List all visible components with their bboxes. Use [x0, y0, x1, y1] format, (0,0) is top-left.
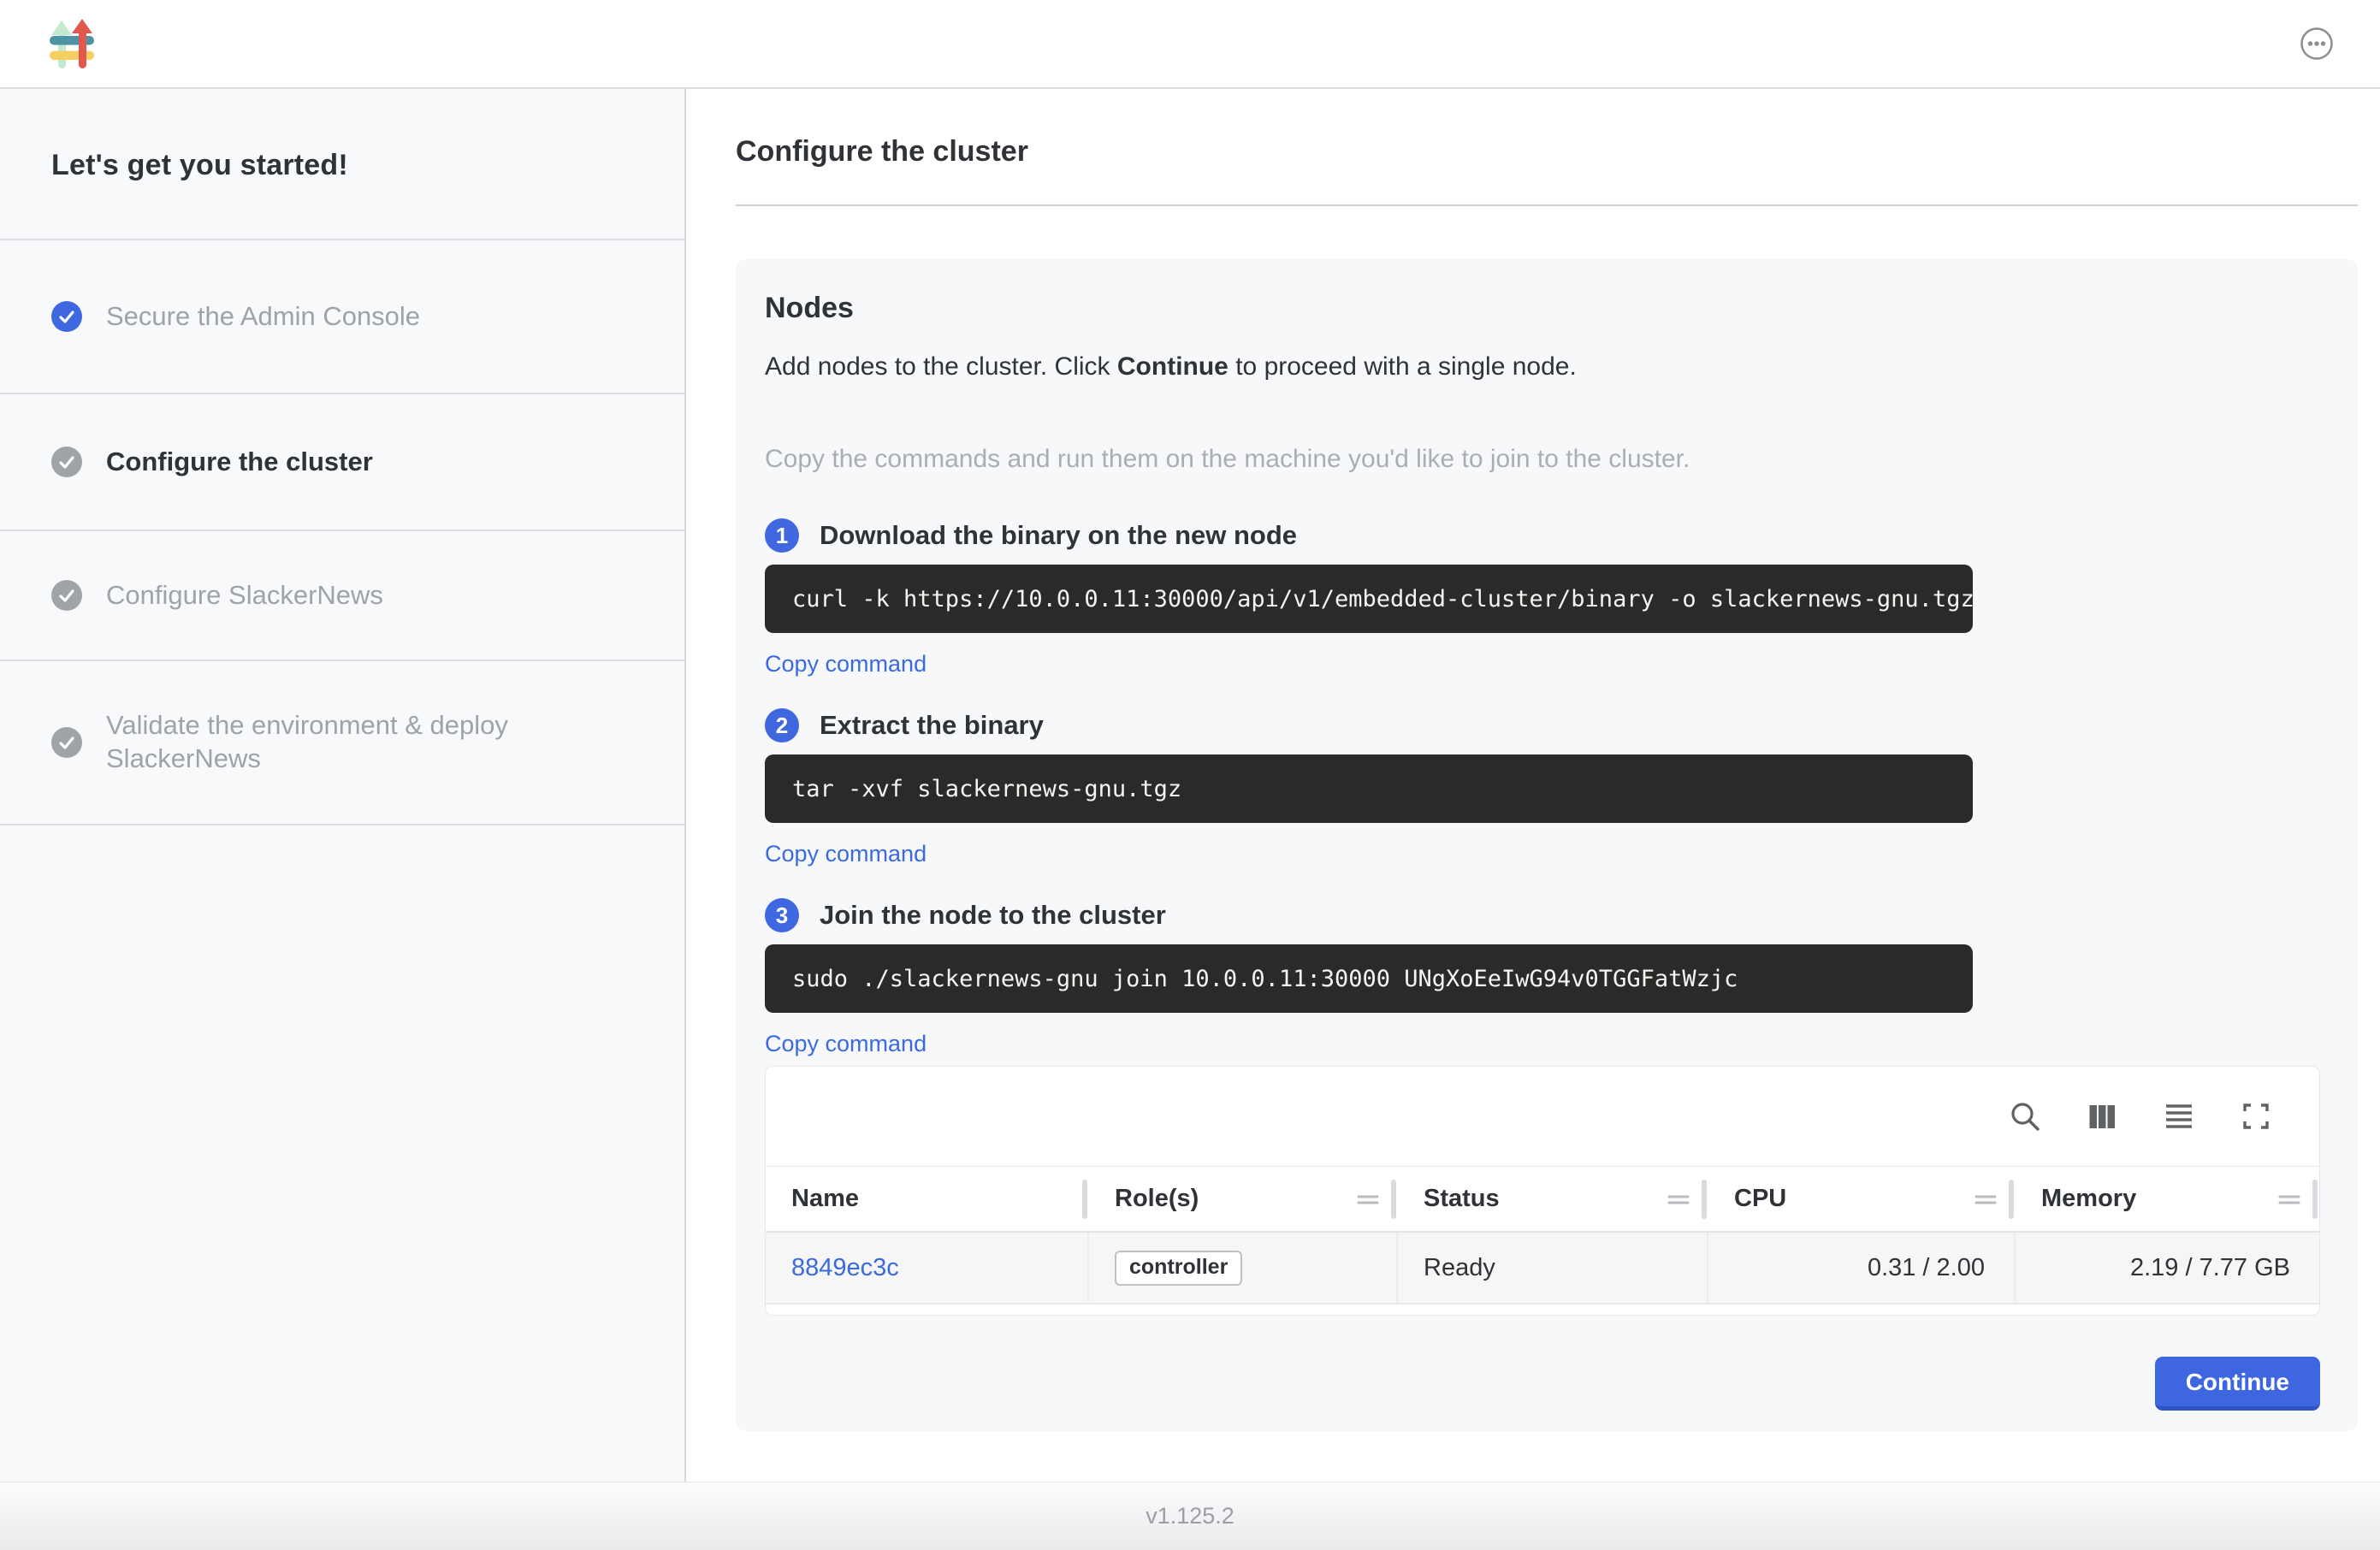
sidebar-heading-block: Let's get you started! [0, 89, 684, 240]
step-3-title: Join the node to the cluster [820, 900, 1166, 931]
step-3-copy-command-link[interactable]: Copy command [765, 1030, 927, 1057]
sidebar-item-secure-admin-console[interactable]: Secure the Admin Console [0, 240, 684, 394]
column-header-label: Name [791, 1185, 1089, 1213]
step-2-command-code-block: tar -xvf slackernews-gnu.tgz [765, 754, 1973, 823]
column-header-label: Role(s) [1115, 1185, 1357, 1213]
circled-ellipsis-icon [2300, 27, 2334, 61]
continue-button[interactable]: Continue [2155, 1357, 2320, 1411]
card-actions: Continue [765, 1357, 2320, 1411]
sidebar-item-validate-deploy[interactable]: Validate the environment & deploy Slacke… [0, 661, 684, 825]
page: Let's get you started! Secure the Admin … [0, 0, 2380, 1550]
column-header-cpu[interactable]: CPU [1708, 1167, 2016, 1231]
app-footer: v1.125.2 [0, 1482, 2380, 1550]
title-divider [736, 204, 2358, 206]
nodes-card: Nodes Add nodes to the cluster. Click Co… [736, 259, 2358, 1431]
column-header-label: CPU [1734, 1185, 1974, 1213]
column-header-label: Memory [2041, 1185, 2278, 1213]
step-1-command-code-block: curl -k https://10.0.0.11:30000/api/v1/e… [765, 565, 1973, 633]
intro-bold: Continue [1117, 352, 1228, 381]
column-resize-handle[interactable] [2009, 1180, 2014, 1219]
intro-prefix: Add nodes to the cluster. Click [765, 352, 1117, 381]
table-toolbar [766, 1067, 2319, 1166]
cell-name: 8849ec3c [766, 1233, 1089, 1303]
sidebar-item-label: Validate the environment & deploy Slacke… [106, 709, 636, 776]
column-resize-handle[interactable] [1082, 1180, 1087, 1219]
cell-roles: controller [1089, 1233, 1398, 1303]
sidebar-item-label: Configure the cluster [106, 446, 373, 479]
search-icon [2008, 1099, 2042, 1133]
column-header-label: Status [1424, 1185, 1667, 1213]
column-resize-handle[interactable] [1702, 1180, 1707, 1219]
overflow-menu-button[interactable] [2298, 25, 2336, 62]
column-resize-handle[interactable] [1391, 1180, 1396, 1219]
column-header-roles[interactable]: Role(s) [1089, 1167, 1398, 1231]
sidebar-heading: Let's get you started! [51, 149, 636, 182]
intro-suffix: to proceed with a single node. [1228, 352, 1577, 381]
step-1-copy-command-link[interactable]: Copy command [765, 650, 927, 677]
main-content: Configure the cluster Nodes Add nodes to… [686, 89, 2380, 1482]
column-menu-icon[interactable] [1974, 1193, 1997, 1205]
table-search-button[interactable] [2006, 1097, 2044, 1135]
table-row: 8849ec3c controller Ready 0.31 / 2.00 2.… [766, 1233, 2319, 1304]
step-2-number-badge: 2 [765, 708, 799, 742]
sidebar-item-configure-cluster[interactable]: Configure the cluster [0, 394, 684, 531]
role-chip: controller [1115, 1251, 1242, 1286]
column-menu-icon[interactable] [1357, 1193, 1379, 1205]
table-footer-spacer [766, 1304, 2319, 1315]
page-title: Configure the cluster [736, 135, 2358, 169]
table-header-row: Name Role(s) Status [766, 1166, 2319, 1233]
node-name-link[interactable]: 8849ec3c [791, 1254, 899, 1282]
table-fullscreen-button[interactable] [2237, 1097, 2275, 1135]
fullscreen-icon [2239, 1099, 2273, 1133]
step-pending-check-icon [51, 580, 82, 611]
nodes-heading: Nodes [765, 292, 2320, 325]
sidebar-item-configure-slackernews[interactable]: Configure SlackerNews [0, 531, 684, 661]
column-header-status[interactable]: Status [1398, 1167, 1708, 1231]
column-resize-handle[interactable] [2312, 1180, 2318, 1219]
sidebar-item-label: Configure SlackerNews [106, 579, 383, 612]
step-3-header: 3 Join the node to the cluster [765, 898, 2320, 932]
table-columns-button[interactable] [2083, 1097, 2121, 1135]
cell-status: Ready [1398, 1233, 1708, 1303]
step-2-title: Extract the binary [820, 710, 1044, 741]
nodes-intro: Add nodes to the cluster. Click Continue… [765, 352, 2320, 382]
app-header [0, 0, 2380, 89]
view-columns-icon [2085, 1099, 2119, 1133]
column-menu-icon[interactable] [2278, 1193, 2300, 1205]
table-density-button[interactable] [2160, 1097, 2198, 1135]
column-header-name[interactable]: Name [766, 1167, 1089, 1231]
step-pending-check-icon [51, 727, 82, 758]
row-density-icon [2162, 1099, 2196, 1133]
cell-memory: 2.19 / 7.77 GB [2016, 1233, 2319, 1303]
nodes-table: Name Role(s) Status [765, 1066, 2320, 1316]
step-1-number-badge: 1 [765, 518, 799, 553]
step-2-copy-command-link[interactable]: Copy command [765, 840, 927, 867]
sidebar-item-label: Secure the Admin Console [106, 300, 420, 334]
step-1-header: 1 Download the binary on the new node [765, 518, 2320, 553]
step-3-command-code-block: sudo ./slackernews-gnu join 10.0.0.11:30… [765, 944, 1973, 1013]
join-instructions: Copy the commands and run them on the ma… [765, 445, 2320, 474]
step-1-title: Download the binary on the new node [820, 520, 1297, 551]
step-complete-check-icon [51, 301, 82, 332]
slackernews-logo-icon [50, 19, 94, 69]
body: Let's get you started! Secure the Admin … [0, 89, 2380, 1482]
setup-steps-sidebar: Let's get you started! Secure the Admin … [0, 89, 686, 1482]
cell-cpu: 0.31 / 2.00 [1708, 1233, 2016, 1303]
column-header-memory[interactable]: Memory [2016, 1167, 2319, 1231]
column-menu-icon[interactable] [1667, 1193, 1690, 1205]
step-2-header: 2 Extract the binary [765, 708, 2320, 742]
step-pending-check-icon [51, 447, 82, 477]
step-3-number-badge: 3 [765, 898, 799, 932]
version-label: v1.125.2 [1146, 1503, 1234, 1529]
